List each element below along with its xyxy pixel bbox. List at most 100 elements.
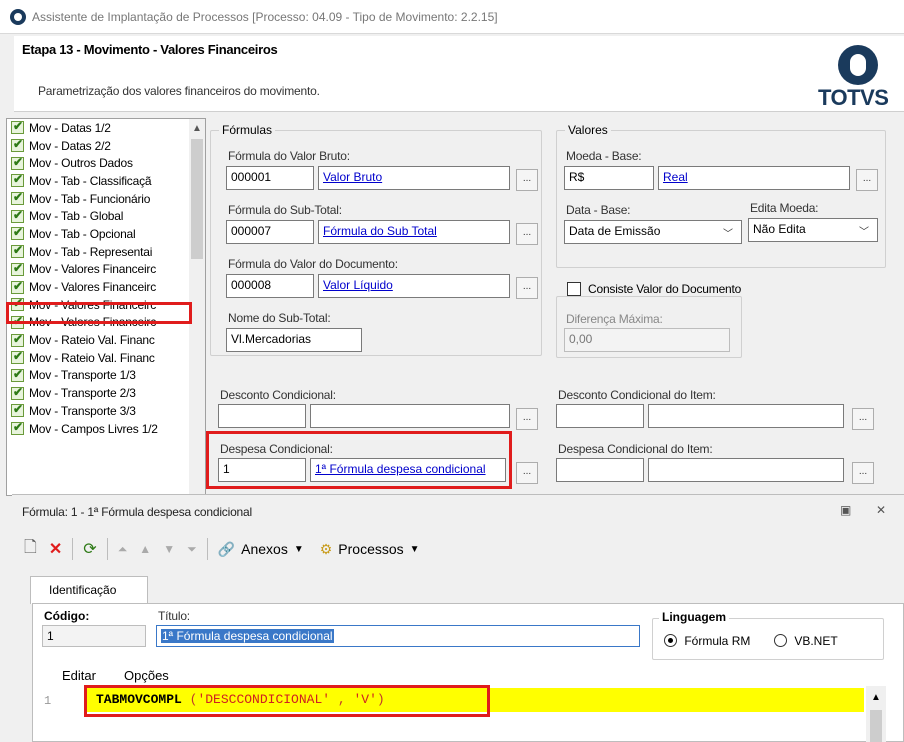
edita-moeda-select[interactable]: Não Edita ﹀ xyxy=(748,218,878,242)
step-item[interactable]: Mov - Datas 1/2 xyxy=(7,119,205,137)
step-item[interactable]: Mov - Valores Financeirc xyxy=(7,278,205,296)
chevron-down-icon[interactable]: ﹀ xyxy=(723,225,733,240)
menu-editar[interactable]: Editar xyxy=(62,668,96,683)
bruto-code-input[interactable]: 000001 xyxy=(226,166,314,190)
scroll-thumb[interactable] xyxy=(191,139,203,259)
radio-vb-label: VB.NET xyxy=(794,633,838,648)
previous-icon[interactable]: ▲ xyxy=(139,542,151,556)
scroll-up-icon[interactable]: ▲ xyxy=(192,123,202,134)
window-titlebar: Assistente de Implantação de Processos [… xyxy=(0,0,904,34)
diferenca-input[interactable]: 0,00 xyxy=(564,328,730,352)
formulas-group-title: Fórmulas xyxy=(219,123,276,137)
despesa-item-lookup-button[interactable]: ... xyxy=(852,462,874,484)
titulo-input[interactable]: 1ª Fórmula despesa condicional xyxy=(156,625,640,647)
anexos-dropdown-icon[interactable]: ▼ xyxy=(294,544,304,555)
despesa-item-label: Despesa Condicional do Item: xyxy=(558,442,713,456)
restore-icon[interactable]: ▣ xyxy=(840,503,851,517)
codigo-label: Código: xyxy=(44,609,90,623)
radio-vb-icon[interactable] xyxy=(774,634,787,648)
codigo-input[interactable]: 1 xyxy=(42,625,146,647)
processos-dropdown-icon[interactable]: ▼ xyxy=(410,544,420,555)
bruto-label: Fórmula do Valor Bruto: xyxy=(228,149,350,163)
subtotal-desc-field[interactable]: Fórmula do Sub Total xyxy=(318,220,510,244)
radio-rm-icon[interactable] xyxy=(664,634,677,648)
code-scrollbar[interactable]: ▲ xyxy=(866,686,886,742)
documento-desc-link[interactable]: Valor Líquido xyxy=(323,278,393,292)
step-item[interactable]: Mov - Datas 2/2 xyxy=(7,137,205,155)
moeda-lookup-button[interactable]: ... xyxy=(856,169,878,191)
radio-vbnet[interactable]: VB.NET xyxy=(774,633,838,648)
tab-identificacao[interactable]: Identificação xyxy=(30,576,148,604)
documento-desc-field[interactable]: Valor Líquido xyxy=(318,274,510,298)
processes-icon[interactable]: ⚙ xyxy=(320,541,333,558)
subtotal-label: Fórmula do Sub-Total: xyxy=(228,203,342,217)
bruto-lookup-button[interactable]: ... xyxy=(516,169,538,191)
moeda-desc-link[interactable]: Real xyxy=(663,170,688,184)
selected-step-highlight xyxy=(6,302,192,324)
anexos-menu[interactable]: Anexos xyxy=(241,541,288,557)
desconto-lookup-button[interactable]: ... xyxy=(516,408,538,430)
checkmark-icon xyxy=(11,279,24,294)
close-icon[interactable]: ✕ xyxy=(876,503,886,517)
new-icon[interactable]: 🗋 xyxy=(24,536,37,563)
documento-label: Fórmula do Valor do Documento: xyxy=(228,257,398,271)
despesa-item-desc-field[interactable] xyxy=(648,458,844,482)
desconto-desc-field[interactable] xyxy=(310,404,510,428)
checkmark-icon xyxy=(11,172,24,188)
step-item[interactable]: Mov - Valores Financeirc xyxy=(7,261,205,279)
step-item[interactable]: Mov - Outros Dados xyxy=(7,154,205,172)
step-item[interactable]: Mov - Rateio Val. Financ xyxy=(7,331,205,349)
step-item[interactable]: Mov - Tab - Global xyxy=(7,207,205,225)
consiste-checkbox[interactable] xyxy=(567,282,581,296)
desconto-item-lookup-button[interactable]: ... xyxy=(852,408,874,430)
bruto-desc-link[interactable]: Valor Bruto xyxy=(323,170,382,184)
first-icon[interactable]: ⏶ xyxy=(118,542,128,557)
despesa-item-code-input[interactable] xyxy=(556,458,644,482)
step-item[interactable]: Mov - Tab - Funcionário xyxy=(7,190,205,208)
moeda-code-input[interactable]: R$ xyxy=(564,166,654,190)
step-item[interactable]: Mov - Tab - Representai xyxy=(7,243,205,261)
documento-code-input[interactable]: 000008 xyxy=(226,274,314,298)
attachment-icon[interactable]: 🔗 xyxy=(218,541,235,558)
step-item[interactable]: Mov - Tab - Opcional xyxy=(7,225,205,243)
subtotal-desc-link[interactable]: Fórmula do Sub Total xyxy=(323,224,437,238)
titulo-label: Título: xyxy=(158,609,190,623)
bruto-desc-field[interactable]: Valor Bruto xyxy=(318,166,510,190)
delete-icon[interactable]: ✕ xyxy=(49,539,62,559)
menu-opcoes[interactable]: Opções xyxy=(124,668,169,683)
refresh-icon[interactable]: ⟳ xyxy=(83,539,96,559)
desconto-item-code-input[interactable] xyxy=(556,404,644,428)
data-base-select[interactable]: Data de Emissão ﹀ xyxy=(564,220,742,244)
nome-subtotal-label: Nome do Sub-Total: xyxy=(228,311,331,325)
desconto-item-label: Desconto Condicional do Item: xyxy=(558,388,716,402)
processos-menu[interactable]: Processos xyxy=(338,541,403,557)
subtotal-code-input[interactable]: 000007 xyxy=(226,220,314,244)
step-item-label: Mov - Tab - Representai xyxy=(29,244,153,259)
radio-formula-rm[interactable]: Fórmula RM xyxy=(664,633,750,648)
desconto-code-input[interactable] xyxy=(218,404,306,428)
desconto-label: Desconto Condicional: xyxy=(220,388,336,402)
step-item-label: Mov - Tab - Classificaçã xyxy=(29,173,152,188)
checkmark-icon xyxy=(11,208,24,223)
step-item[interactable]: Mov - Rateio Val. Financ xyxy=(7,349,205,367)
step-item[interactable]: Mov - Transporte 2/3 xyxy=(7,384,205,402)
step-item[interactable]: Mov - Campos Livres 1/2 xyxy=(7,420,205,438)
step-item[interactable]: Mov - Tab - Classificaçã xyxy=(7,172,205,190)
subtotal-lookup-button[interactable]: ... xyxy=(516,223,538,245)
chevron-up-icon[interactable]: ▲ xyxy=(871,692,881,703)
step-item[interactable]: Mov - Transporte 1/3 xyxy=(7,367,205,385)
despesa-lookup-button[interactable]: ... xyxy=(516,462,538,484)
moeda-desc-field[interactable]: Real xyxy=(658,166,850,190)
checkmark-icon xyxy=(11,119,24,135)
next-icon[interactable]: ▼ xyxy=(163,542,175,556)
chevron-down-icon[interactable]: ﹀ xyxy=(859,223,869,238)
code-scroll-thumb[interactable] xyxy=(870,710,882,742)
nome-subtotal-input[interactable]: Vl.Mercadorias xyxy=(226,328,362,352)
last-icon[interactable]: ⏷ xyxy=(187,542,197,557)
checkmark-icon xyxy=(11,332,24,347)
documento-lookup-button[interactable]: ... xyxy=(516,277,538,299)
app-icon xyxy=(10,8,26,25)
desconto-item-desc-field[interactable] xyxy=(648,404,844,428)
step-item[interactable]: Mov - Transporte 3/3 xyxy=(7,402,205,420)
step-item-label: Mov - Transporte 2/3 xyxy=(29,386,136,401)
